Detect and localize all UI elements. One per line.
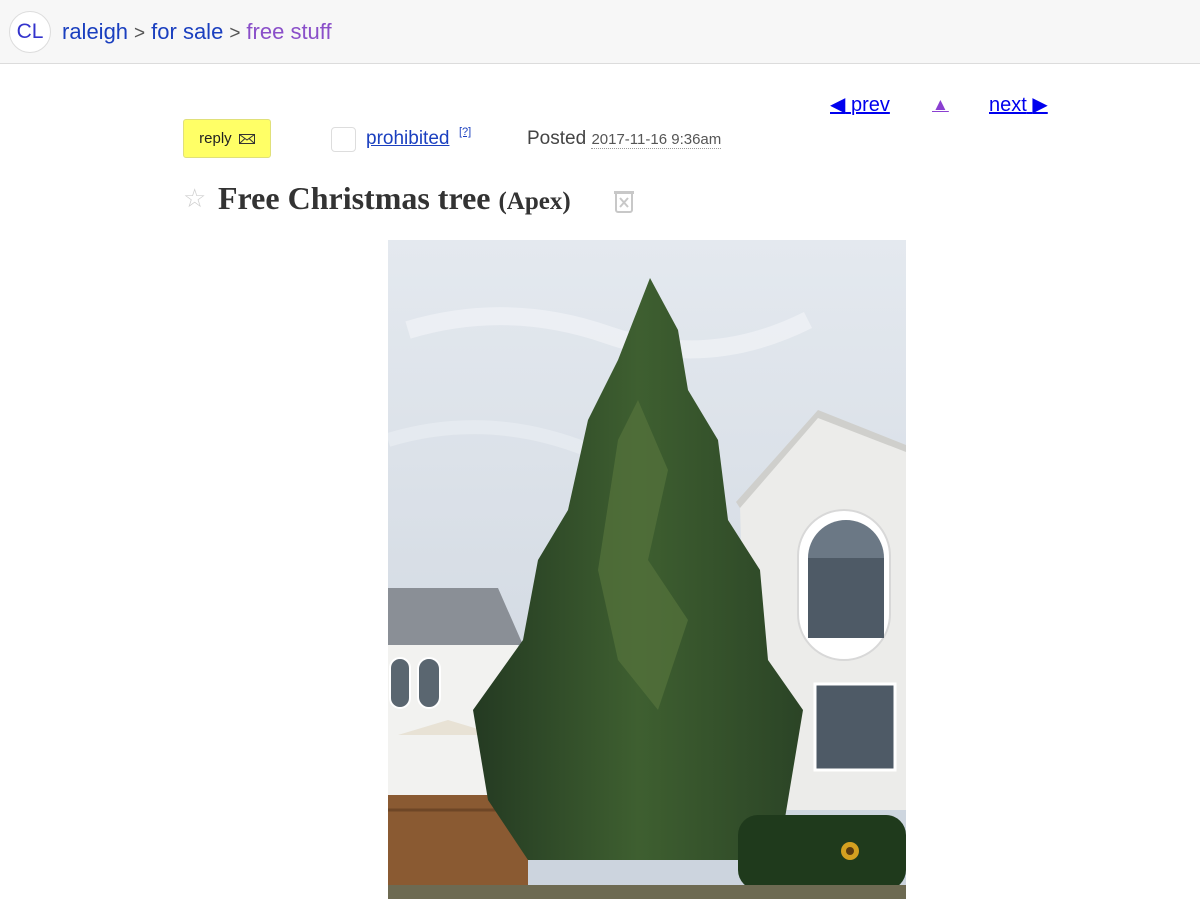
up-arrow-icon[interactable]: ▲: [932, 95, 949, 115]
breadcrumb-for-sale[interactable]: for sale: [151, 19, 223, 44]
posting-title: Free Christmas tree (Apex): [218, 180, 571, 217]
title-text: Free Christmas tree: [218, 180, 491, 216]
envelope-icon: [238, 134, 255, 145]
title-location: (Apex): [498, 188, 571, 215]
header-bar: CL raleigh > for sale > free stuff: [0, 0, 1200, 64]
breadcrumb-free-stuff[interactable]: free stuff: [246, 19, 331, 44]
star-icon[interactable]: ☆: [183, 183, 206, 214]
reply-button[interactable]: reply: [183, 119, 271, 158]
posted-date: 2017-11-16 9:36am: [591, 131, 722, 149]
breadcrumb-separator: >: [229, 23, 241, 44]
posting-photo[interactable]: [388, 240, 906, 899]
right-arrow-icon: ▶: [1032, 94, 1048, 116]
breadcrumb: raleigh > for sale > free stuff: [62, 19, 332, 45]
prohibited-link[interactable]: prohibited: [366, 128, 449, 150]
breadcrumb-separator: >: [134, 23, 146, 44]
prev-label: prev: [850, 94, 890, 116]
prev-link[interactable]: ◀ prev: [830, 92, 890, 117]
left-arrow-icon: ◀: [830, 94, 846, 116]
next-link[interactable]: next ▶: [989, 92, 1048, 117]
next-label: next: [989, 94, 1027, 116]
breadcrumb-raleigh[interactable]: raleigh: [62, 19, 128, 44]
hide-icon[interactable]: [612, 188, 636, 214]
help-link[interactable]: [?]: [459, 126, 471, 138]
cl-logo[interactable]: CL: [9, 11, 51, 53]
reply-label: reply: [199, 130, 232, 147]
flag-checkbox[interactable]: [331, 127, 356, 152]
posted-info: Posted 2017-11-16 9:36am: [527, 128, 722, 150]
posted-label: Posted: [527, 128, 587, 149]
